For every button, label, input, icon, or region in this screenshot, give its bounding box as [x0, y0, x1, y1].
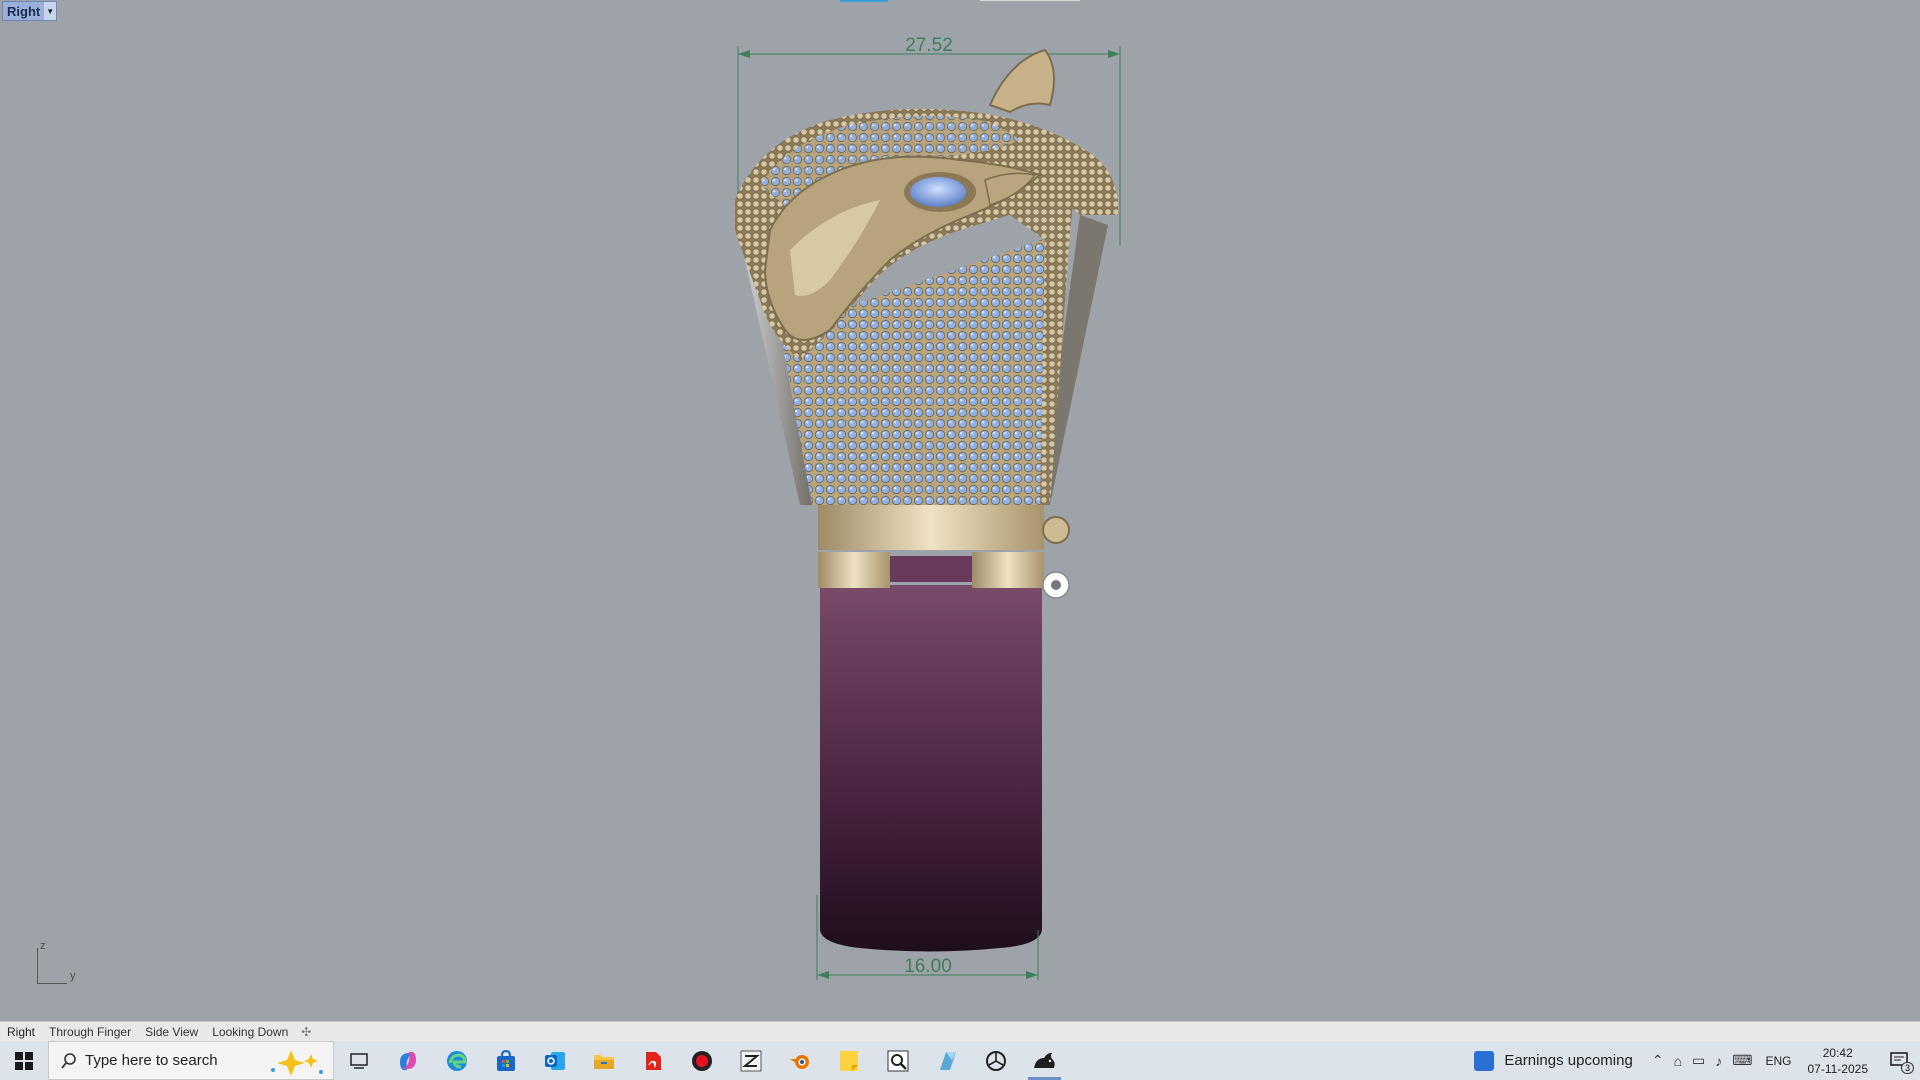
acrobat-icon [645, 1051, 661, 1070]
axis-z-line [37, 948, 38, 983]
folder-icon [593, 1054, 614, 1069]
axis-indicator: z y [30, 940, 90, 990]
search-icon [61, 1052, 76, 1069]
rhino-app[interactable] [1020, 1041, 1069, 1080]
zbrush-icon [740, 1050, 761, 1071]
keyshot-icon [939, 1051, 956, 1070]
meet-now-icon[interactable]: ⌂ [1674, 1053, 1682, 1069]
magnifier-app[interactable] [873, 1041, 922, 1080]
copilot-icon [399, 1051, 416, 1070]
outlook-icon [544, 1051, 565, 1070]
axis-z-label: z [40, 940, 46, 952]
collar-band-center [890, 556, 972, 582]
clock[interactable]: 20:42 07-11-2025 [1808, 1045, 1869, 1077]
sticky-notes-app[interactable] [824, 1041, 873, 1080]
magnifier-icon [887, 1050, 908, 1071]
clock-date: 07-11-2025 [1807, 1061, 1869, 1076]
tab-right[interactable]: Right [0, 1025, 42, 1039]
rhino-viewport-right[interactable]: Right ▼ 27.52 16.00 z y [0, 0, 1920, 1021]
recorder-app[interactable] [677, 1041, 726, 1080]
windows-taskbar: Type here to search Earnings upcoming ⌃ … [0, 1041, 1920, 1080]
dimension-top-label: 27.52 [905, 35, 953, 56]
zbrush-app[interactable] [726, 1041, 775, 1080]
ring-band [820, 585, 1042, 952]
windows-logo-icon [15, 1051, 33, 1070]
collar-bead [1042, 516, 1070, 544]
store-app[interactable] [481, 1041, 530, 1080]
add-tab-icon[interactable]: ✣ [295, 1025, 317, 1039]
news-icon [1474, 1050, 1495, 1071]
collar-block-right [972, 552, 1044, 588]
search-highlight-sparkle-icon [271, 1050, 323, 1076]
tab-through-finger[interactable]: Through Finger [42, 1025, 138, 1039]
chatgpt-app[interactable] [971, 1041, 1020, 1080]
notification-center-button[interactable]: 3 [1880, 1041, 1920, 1080]
clock-time: 20:42 [1822, 1045, 1853, 1060]
news-widget[interactable]: Earnings upcoming [1474, 1050, 1633, 1071]
start-button[interactable] [0, 1041, 48, 1080]
file-explorer-app[interactable] [579, 1041, 628, 1080]
notification-count-badge: 3 [1900, 1062, 1914, 1074]
named-view-tabs: Right Through Finger Side View Looking D… [0, 1021, 1920, 1041]
dimension-bottom-label: 16.00 [904, 956, 952, 977]
tab-side-view[interactable]: Side View [138, 1025, 205, 1039]
task-view-icon [349, 1052, 368, 1069]
rhino-icon [1033, 1052, 1055, 1068]
outlook-app[interactable] [530, 1041, 579, 1080]
collar-block-left [818, 552, 890, 588]
acrobat-app[interactable] [628, 1041, 677, 1080]
panther-eye [910, 177, 966, 207]
chevron-up-icon[interactable]: ⌃ [1652, 1052, 1664, 1069]
tab-looking-down[interactable]: Looking Down [205, 1025, 295, 1039]
keyboard-icon[interactable]: ⌨ [1732, 1052, 1752, 1069]
gold-collar [818, 505, 1044, 550]
network-icon[interactable]: ▭ [1692, 1052, 1705, 1069]
keyshot-app[interactable] [922, 1041, 971, 1080]
system-tray: Earnings upcoming ⌃ ⌂ ▭ ♪ ⌨ ENG 20:42 07… [1474, 1041, 1920, 1080]
edge-app[interactable] [432, 1041, 481, 1080]
blender-app[interactable] [775, 1041, 824, 1080]
edge-icon [446, 1050, 467, 1071]
axis-y-label: y [70, 970, 76, 982]
store-icon [496, 1049, 515, 1071]
language-indicator[interactable]: ENG [1765, 1054, 1791, 1068]
ring-model[interactable]: 27.52 16.00 [0, 0, 1920, 1021]
taskbar-search-box[interactable]: Type here to search [48, 1041, 334, 1080]
axis-y-line [37, 983, 67, 984]
sticky-note-icon [839, 1050, 858, 1071]
blender-icon [789, 1054, 809, 1069]
task-view-button[interactable] [334, 1041, 383, 1080]
copilot-app[interactable] [383, 1041, 432, 1080]
gizmo-center-icon [1051, 580, 1061, 590]
chatgpt-icon [985, 1050, 1006, 1071]
news-text: Earnings upcoming [1504, 1052, 1633, 1069]
search-placeholder: Type here to search [85, 1052, 218, 1069]
volume-icon[interactable]: ♪ [1715, 1053, 1722, 1069]
panther-ear [988, 48, 1055, 114]
record-icon [691, 1050, 712, 1071]
